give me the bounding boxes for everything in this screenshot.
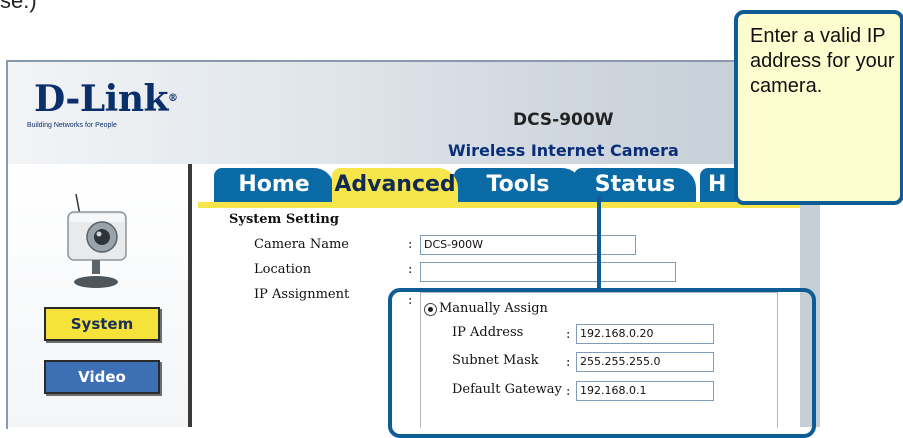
tab-tools[interactable]: Tools (454, 168, 582, 202)
location-label: Location (254, 262, 312, 277)
system-nav-button[interactable]: System (44, 307, 160, 341)
camera-name-label: Camera Name (254, 237, 349, 252)
location-colon: : (408, 262, 413, 277)
camera-name-colon: : (408, 237, 413, 252)
page-fragment-text: se.) (0, 0, 37, 13)
tab-home[interactable]: Home (214, 168, 334, 202)
camera-image-icon (67, 194, 127, 288)
section-title: System Setting (229, 212, 339, 227)
callout-note: Enter a valid IP address for your camera… (734, 10, 903, 205)
camera-name-input[interactable]: DCS-900W (420, 235, 636, 255)
brand-tagline: Building Networks for People (27, 122, 117, 129)
product-model: DCS-900W (513, 110, 614, 130)
callout-connector-line (597, 196, 601, 292)
dlink-logo: D-Link® (34, 78, 178, 120)
tab-status[interactable]: Status (574, 168, 696, 202)
tab-advanced[interactable]: Advanced (332, 168, 458, 202)
brand-name: D-Link (34, 78, 168, 120)
ip-highlight-frame (388, 288, 816, 438)
product-subtitle: Wireless Internet Camera (448, 141, 679, 160)
video-nav-button[interactable]: Video (44, 360, 160, 394)
nav-divider (188, 164, 192, 427)
ip-assignment-label: IP Assignment (254, 287, 350, 302)
location-input[interactable] (420, 262, 676, 282)
